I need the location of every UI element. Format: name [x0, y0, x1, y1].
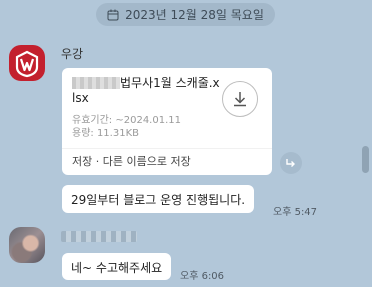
action-separator: · [95, 155, 100, 168]
logo-icon [15, 50, 39, 78]
save-button[interactable]: 저장 [72, 155, 92, 168]
file-size: 용량: 11.31KB [72, 128, 139, 139]
scrollbar-thumb[interactable] [362, 146, 369, 173]
file-meta: 유효기간: ~2024.01.11 용량: 11.31KB [72, 114, 262, 140]
message-time: 오후 6:06 [180, 271, 225, 282]
file-actions: 저장 · 다른 이름으로 저장 [72, 153, 191, 169]
sender-avatar-photo[interactable] [9, 227, 45, 263]
download-button[interactable] [222, 81, 258, 117]
sender-avatar-logo[interactable] [9, 45, 45, 81]
message-bubble[interactable]: 29일부터 블로그 운영 진행됩니다. [62, 185, 255, 213]
file-attachment-card[interactable]: 법무사1월 스캐줄.xlsx 유효기간: ~2024.01.11 용량: 11.… [62, 68, 272, 175]
message-bubble[interactable]: 네~ 수고해주세요 [62, 253, 172, 280]
sender-name: 우강 [61, 47, 84, 61]
save-as-button[interactable]: 다른 이름으로 저장 [103, 155, 191, 168]
calendar-icon [107, 9, 119, 20]
file-name[interactable]: 법무사1월 스캐줄.xlsx [72, 76, 222, 106]
share-icon [286, 159, 295, 167]
date-divider: 2023년 12월 28일 목요일 [96, 3, 275, 26]
download-icon [234, 92, 246, 107]
redacted-sender-name [61, 231, 137, 242]
file-divider [62, 148, 272, 149]
share-button[interactable] [280, 152, 302, 174]
redacted-text [72, 77, 120, 89]
date-divider-label: 2023년 12월 28일 목요일 [125, 8, 264, 22]
message-time: 오후 5:47 [273, 207, 318, 218]
